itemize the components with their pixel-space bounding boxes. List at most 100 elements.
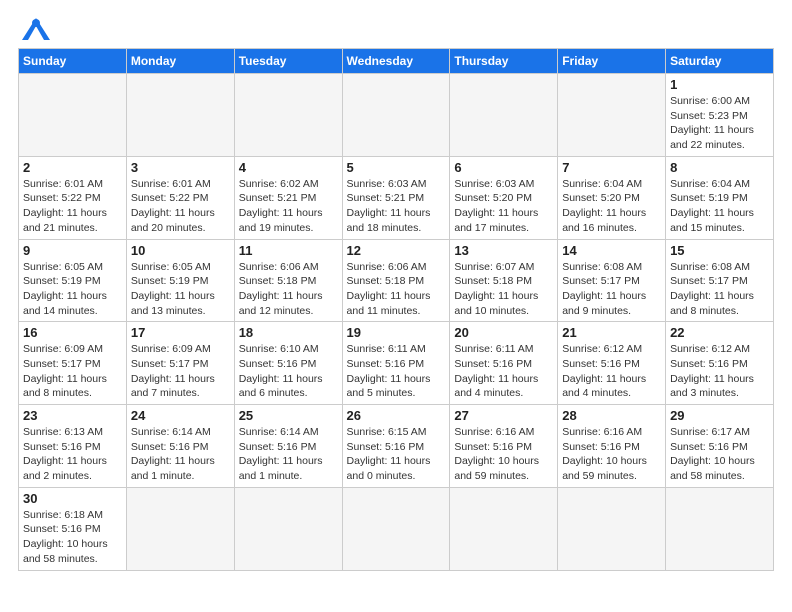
day-number: 21 [562,325,661,340]
calendar-cell: 3 Sunrise: 6:01 AM Sunset: 5:22 PM Daylig… [126,156,234,239]
calendar-cell: 26 Sunrise: 6:15 AM Sunset: 5:16 PM Dayli… [342,405,450,488]
day-number: 4 [239,160,338,175]
day-info: Sunrise: 6:06 AM Sunset: 5:18 PM Dayligh… [239,260,338,319]
calendar-cell [234,487,342,570]
day-info: Sunrise: 6:15 AM Sunset: 5:16 PM Dayligh… [347,425,446,484]
calendar-week-0: 1 Sunrise: 6:00 AM Sunset: 5:23 PM Daylig… [19,74,774,157]
calendar-week-5: 30Sunrise: 6:18 AM Sunset: 5:16 PM Dayli… [19,487,774,570]
calendar-week-3: 16 Sunrise: 6:09 AM Sunset: 5:17 PM Dayli… [19,322,774,405]
calendar-cell: 27 Sunrise: 6:16 AM Sunset: 5:16 PM Dayli… [450,405,558,488]
calendar-cell: 17 Sunrise: 6:09 AM Sunset: 5:17 PM Dayli… [126,322,234,405]
calendar-cell [342,74,450,157]
day-info: Sunrise: 6:09 AM Sunset: 5:17 PM Dayligh… [131,342,230,401]
day-info: Sunrise: 6:17 AM Sunset: 5:16 PM Dayligh… [670,425,769,484]
day-info: Sunrise: 6:16 AM Sunset: 5:16 PM Dayligh… [454,425,553,484]
calendar-cell: 13 Sunrise: 6:07 AM Sunset: 5:18 PM Dayli… [450,239,558,322]
day-info: Sunrise: 6:02 AM Sunset: 5:21 PM Dayligh… [239,177,338,236]
calendar-cell [342,487,450,570]
col-header-wednesday: Wednesday [342,49,450,74]
calendar-cell: 2Sunrise: 6:01 AM Sunset: 5:22 PM Daylig… [19,156,127,239]
calendar-cell [126,74,234,157]
calendar-cell: 25 Sunrise: 6:14 AM Sunset: 5:16 PM Dayli… [234,405,342,488]
day-info: Sunrise: 6:16 AM Sunset: 5:16 PM Dayligh… [562,425,661,484]
calendar-cell [450,487,558,570]
day-number: 5 [347,160,446,175]
calendar-cell: 7 Sunrise: 6:04 AM Sunset: 5:20 PM Daylig… [558,156,666,239]
day-number: 13 [454,243,553,258]
calendar-cell: 23 Sunrise: 6:13 AM Sunset: 5:16 PM Dayli… [19,405,127,488]
day-number: 20 [454,325,553,340]
day-info: Sunrise: 6:03 AM Sunset: 5:21 PM Dayligh… [347,177,446,236]
day-info: Sunrise: 6:05 AM Sunset: 5:19 PM Dayligh… [131,260,230,319]
day-info: Sunrise: 6:12 AM Sunset: 5:16 PM Dayligh… [562,342,661,401]
calendar-cell: 24 Sunrise: 6:14 AM Sunset: 5:16 PM Dayli… [126,405,234,488]
calendar-cell: 18 Sunrise: 6:10 AM Sunset: 5:16 PM Dayli… [234,322,342,405]
header [18,18,774,40]
calendar-week-4: 23 Sunrise: 6:13 AM Sunset: 5:16 PM Dayli… [19,405,774,488]
day-number: 12 [347,243,446,258]
calendar-cell [19,74,127,157]
calendar-cell [558,487,666,570]
day-number: 18 [239,325,338,340]
calendar-cell: 22 Sunrise: 6:12 AM Sunset: 5:16 PM Dayli… [666,322,774,405]
day-number: 14 [562,243,661,258]
day-info: Sunrise: 6:14 AM Sunset: 5:16 PM Dayligh… [131,425,230,484]
day-info: Sunrise: 6:08 AM Sunset: 5:17 PM Dayligh… [670,260,769,319]
calendar-cell: 8Sunrise: 6:04 AM Sunset: 5:19 PM Daylig… [666,156,774,239]
calendar-cell: 12Sunrise: 6:06 AM Sunset: 5:18 PM Dayli… [342,239,450,322]
calendar-cell: 9Sunrise: 6:05 AM Sunset: 5:19 PM Daylig… [19,239,127,322]
logo [18,18,50,40]
day-number: 9 [23,243,122,258]
calendar-cell [450,74,558,157]
calendar-cell: 21 Sunrise: 6:12 AM Sunset: 5:16 PM Dayli… [558,322,666,405]
day-number: 30 [23,491,122,506]
day-info: Sunrise: 6:11 AM Sunset: 5:16 PM Dayligh… [347,342,446,401]
day-number: 28 [562,408,661,423]
calendar-cell [234,74,342,157]
day-number: 15 [670,243,769,258]
col-header-tuesday: Tuesday [234,49,342,74]
calendar-cell: 16Sunrise: 6:09 AM Sunset: 5:17 PM Dayli… [19,322,127,405]
day-info: Sunrise: 6:14 AM Sunset: 5:16 PM Dayligh… [239,425,338,484]
calendar-cell: 4 Sunrise: 6:02 AM Sunset: 5:21 PM Daylig… [234,156,342,239]
calendar-cell: 19 Sunrise: 6:11 AM Sunset: 5:16 PM Dayli… [342,322,450,405]
day-info: Sunrise: 6:00 AM Sunset: 5:23 PM Dayligh… [670,94,769,153]
day-info: Sunrise: 6:11 AM Sunset: 5:16 PM Dayligh… [454,342,553,401]
day-info: Sunrise: 6:13 AM Sunset: 5:16 PM Dayligh… [23,425,122,484]
day-number: 8 [670,160,769,175]
day-number: 7 [562,160,661,175]
day-number: 26 [347,408,446,423]
page: SundayMondayTuesdayWednesdayThursdayFrid… [0,0,792,612]
day-number: 23 [23,408,122,423]
day-number: 19 [347,325,446,340]
day-number: 27 [454,408,553,423]
day-info: Sunrise: 6:07 AM Sunset: 5:18 PM Dayligh… [454,260,553,319]
day-info: Sunrise: 6:01 AM Sunset: 5:22 PM Dayligh… [131,177,230,236]
day-number: 16 [23,325,122,340]
day-info: Sunrise: 6:12 AM Sunset: 5:16 PM Dayligh… [670,342,769,401]
calendar-week-1: 2Sunrise: 6:01 AM Sunset: 5:22 PM Daylig… [19,156,774,239]
day-number: 24 [131,408,230,423]
calendar-cell: 6Sunrise: 6:03 AM Sunset: 5:20 PM Daylig… [450,156,558,239]
calendar-cell: 20 Sunrise: 6:11 AM Sunset: 5:16 PM Dayli… [450,322,558,405]
calendar-cell: 28 Sunrise: 6:16 AM Sunset: 5:16 PM Dayli… [558,405,666,488]
day-number: 22 [670,325,769,340]
calendar-cell: 29Sunrise: 6:17 AM Sunset: 5:16 PM Dayli… [666,405,774,488]
calendar-cell: 15 Sunrise: 6:08 AM Sunset: 5:17 PM Dayli… [666,239,774,322]
day-number: 11 [239,243,338,258]
day-number: 25 [239,408,338,423]
calendar-cell [666,487,774,570]
col-header-monday: Monday [126,49,234,74]
calendar-cell: 1 Sunrise: 6:00 AM Sunset: 5:23 PM Daylig… [666,74,774,157]
col-header-thursday: Thursday [450,49,558,74]
col-header-saturday: Saturday [666,49,774,74]
day-info: Sunrise: 6:04 AM Sunset: 5:20 PM Dayligh… [562,177,661,236]
calendar-cell: 11 Sunrise: 6:06 AM Sunset: 5:18 PM Dayli… [234,239,342,322]
day-number: 1 [670,77,769,92]
calendar-cell: 30Sunrise: 6:18 AM Sunset: 5:16 PM Dayli… [19,487,127,570]
day-info: Sunrise: 6:10 AM Sunset: 5:16 PM Dayligh… [239,342,338,401]
day-number: 3 [131,160,230,175]
calendar-week-2: 9 Sunrise: 6:05 AM Sunset: 5:19 PM Daylig… [19,239,774,322]
calendar-cell [558,74,666,157]
day-number: 17 [131,325,230,340]
